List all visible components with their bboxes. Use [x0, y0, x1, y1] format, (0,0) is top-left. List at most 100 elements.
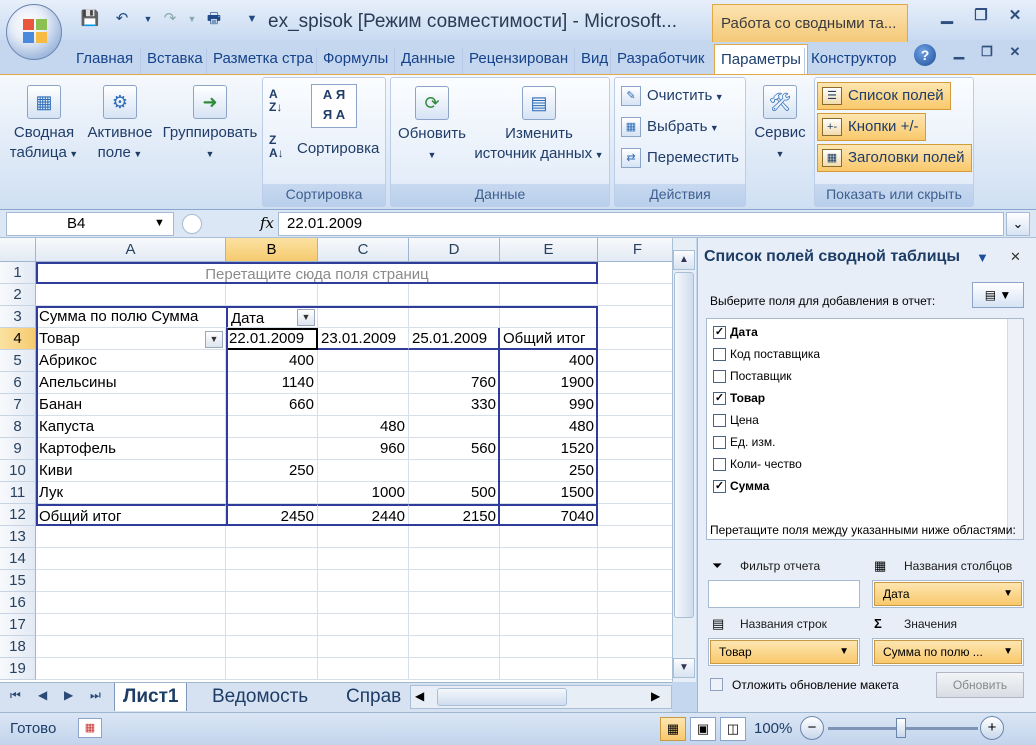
field-checkbox[interactable] [713, 436, 726, 450]
grid-cell[interactable] [409, 658, 500, 680]
active-field-button[interactable]: ⚙ Активное поле ▼ [84, 85, 156, 164]
grid-cell[interactable] [318, 284, 409, 306]
worksheet-grid[interactable]: A B C D E F 1 2 3 4 5 6 7 8 9 10 11 12 13 14 15 16 17 18 1… [0, 238, 672, 682]
pivot-table-button[interactable]: ▦ Сводная таблица ▼ [8, 85, 80, 164]
grid-cell[interactable] [409, 614, 500, 636]
grid-cell[interactable] [409, 570, 500, 592]
refresh-button[interactable]: ⟳ Обновить ▼ [393, 86, 471, 165]
grid-cell[interactable] [36, 614, 226, 636]
value-cell[interactable] [226, 482, 318, 504]
row-header[interactable]: 8 [0, 416, 36, 438]
grid-cell[interactable] [226, 548, 318, 570]
field-checkbox[interactable] [713, 458, 726, 472]
insert-function-button[interactable]: fx [260, 214, 274, 232]
row-item-label[interactable]: Абрикос [36, 350, 226, 372]
row-header[interactable]: 14 [0, 548, 36, 570]
grid-cell[interactable] [36, 658, 226, 680]
grid-cell[interactable] [598, 460, 672, 482]
sheet-tab-1[interactable]: Лист1 [114, 683, 188, 711]
grid-cell[interactable] [226, 614, 318, 636]
clear-button[interactable]: ✎ Очистить ▼ [621, 84, 724, 110]
value-cell[interactable] [318, 394, 409, 416]
row-header[interactable]: 2 [0, 284, 36, 306]
row-header[interactable]: 18 [0, 636, 36, 658]
grid-cell[interactable] [409, 592, 500, 614]
date-column-header[interactable]: 22.01.2009 [226, 328, 318, 350]
row-field-header[interactable]: Товар [36, 328, 226, 350]
horizontal-scrollbar[interactable]: ◀ ▶ [410, 685, 672, 709]
row-header[interactable]: 15 [0, 570, 36, 592]
plus-minus-buttons-button[interactable]: +- Кнопки +/- [817, 113, 926, 141]
value-cell[interactable]: 330 [409, 394, 500, 416]
grid-cell[interactable] [598, 548, 672, 570]
grid-cell[interactable] [598, 306, 672, 328]
grid-cell[interactable] [598, 372, 672, 394]
field-list-button[interactable]: ☰ Список полей [817, 82, 951, 110]
field-list-scrollbar[interactable] [1007, 319, 1023, 539]
field-checkbox[interactable] [713, 370, 726, 384]
vertical-scrollbar[interactable]: ▲ ▼ [672, 238, 696, 682]
field-list-item[interactable]: Ед. изм. [713, 431, 775, 453]
undo-dropdown-icon[interactable]: ▼ [138, 9, 158, 29]
row-header[interactable]: 3 [0, 306, 36, 328]
field-checkbox[interactable] [713, 348, 726, 362]
field-list-item[interactable]: ✓ Сумма [713, 475, 769, 497]
grid-cell[interactable] [598, 284, 672, 306]
value-cell[interactable]: 500 [409, 482, 500, 504]
formula-bar-grip-icon[interactable] [182, 214, 202, 234]
layout-options-button[interactable]: ▤ ▼ [972, 282, 1024, 308]
row-labels-area[interactable]: Товар ▼ [708, 638, 860, 666]
last-sheet-icon[interactable]: ⏭ [90, 688, 101, 703]
value-cell[interactable] [226, 438, 318, 460]
grid-cell[interactable] [500, 614, 598, 636]
formula-input[interactable]: 22.01.2009 [278, 212, 1004, 236]
row-header[interactable]: 9 [0, 438, 36, 460]
value-cell[interactable] [226, 416, 318, 438]
date-column-header[interactable]: 25.01.2009 [409, 328, 500, 350]
value-cell[interactable]: 760 [409, 372, 500, 394]
grid-cell[interactable] [598, 262, 672, 284]
column-header-a[interactable]: A [36, 238, 226, 262]
value-cell[interactable] [409, 416, 500, 438]
column-field-date[interactable]: Дата ▼ [874, 582, 1022, 606]
prev-sheet-icon[interactable]: ◀ [38, 688, 47, 702]
value-cell[interactable]: 480 [500, 416, 598, 438]
grid-cell[interactable] [598, 504, 672, 526]
row-header[interactable]: 13 [0, 526, 36, 548]
row-header[interactable]: 7 [0, 394, 36, 416]
date-column-header[interactable]: Общий итог [500, 328, 598, 350]
grid-cell[interactable] [318, 614, 409, 636]
grid-cell[interactable] [36, 526, 226, 548]
grid-cell[interactable] [500, 284, 598, 306]
value-cell[interactable]: 1900 [500, 372, 598, 394]
zoom-in-icon[interactable]: + [980, 716, 1004, 740]
first-sheet-icon[interactable]: ⏮ [10, 688, 21, 703]
service-button[interactable]: 🛠 Сервис ▼ [750, 85, 810, 164]
grid-cell[interactable] [598, 592, 672, 614]
grid-cell[interactable] [598, 328, 672, 350]
tab-data[interactable]: Данные [394, 48, 461, 74]
row-item-label[interactable]: Лук [36, 482, 226, 504]
zoom-out-icon[interactable]: − [800, 716, 824, 740]
maximize-button[interactable]: ❐ [966, 6, 996, 28]
help-icon[interactable]: ? [914, 44, 936, 66]
grid-cell[interactable] [318, 526, 409, 548]
grid-cell[interactable] [36, 636, 226, 658]
grid-cell[interactable] [598, 614, 672, 636]
value-cell[interactable] [409, 460, 500, 482]
move-button[interactable]: ⇄ Переместить [621, 146, 739, 172]
values-area[interactable]: Сумма по полю ... ▼ [872, 638, 1024, 666]
value-cell[interactable]: 400 [226, 350, 318, 372]
close-button[interactable]: ✕ [1000, 6, 1030, 28]
grid-cell[interactable] [598, 526, 672, 548]
name-box-dropdown-icon[interactable]: ▼ [154, 217, 165, 229]
minimize-button[interactable]: ▁ [932, 6, 962, 28]
office-button[interactable] [6, 4, 62, 60]
expand-formula-bar-button[interactable]: ⌄ [1006, 212, 1030, 236]
grid-cell[interactable] [409, 284, 500, 306]
ribbon-minimize-button[interactable]: ▁ [944, 44, 974, 66]
sheet-tab-2[interactable]: Ведомость [204, 683, 316, 711]
tab-developer[interactable]: Разработчик [610, 48, 710, 74]
grand-total-label[interactable]: Общий итог [36, 504, 226, 526]
grid-cell[interactable] [409, 526, 500, 548]
